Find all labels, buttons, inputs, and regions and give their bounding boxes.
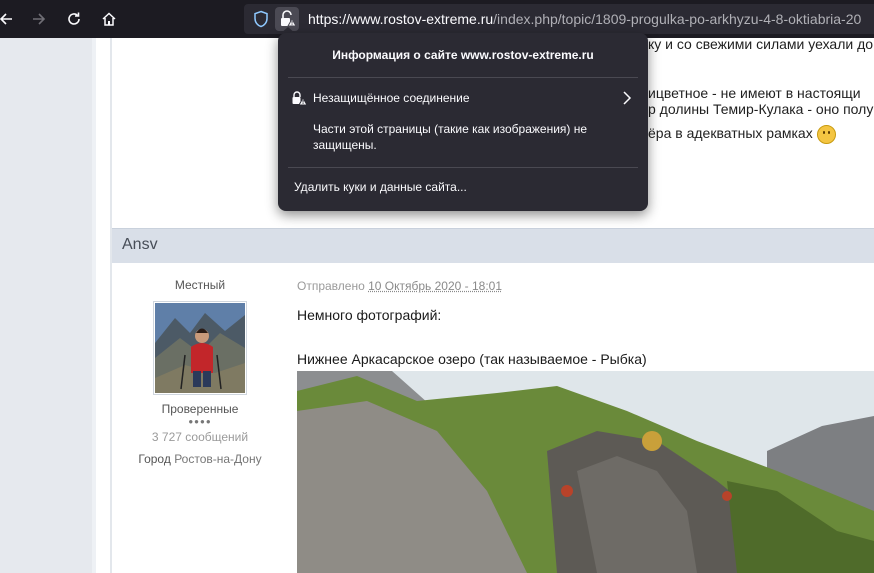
posts-count: 3 727 сообщений	[151, 430, 249, 444]
previous-post-line: ицветное - не имеют в настоящи	[648, 85, 861, 101]
site-info-popup: Информация о сайте www.rostov-extreme.ru…	[278, 33, 648, 211]
city-value: Ростов-на-Дону	[174, 452, 262, 466]
post-photo[interactable]	[297, 371, 874, 573]
left-gutter	[0, 38, 92, 573]
author-panel: Местный Проверенные ●●●● 3 727 сообщений…	[130, 274, 270, 466]
sent-label: Отправлено	[297, 279, 365, 293]
user-group: Проверенные	[161, 402, 239, 416]
back-icon[interactable]	[0, 7, 18, 31]
connection-label: Незащищённое соединение	[313, 91, 470, 105]
city-label: Город	[138, 452, 171, 466]
reload-icon[interactable]	[62, 7, 86, 31]
insecure-connection-icon	[290, 89, 308, 112]
connection-description: Части этой страницы (такие как изображен…	[313, 122, 588, 152]
post-date[interactable]: 10 Октябрь 2020 - 18:01	[368, 279, 502, 293]
previous-post-line: ку и со свежими силами уехали до	[648, 36, 874, 52]
popup-separator	[288, 77, 638, 78]
popup-separator	[288, 167, 638, 168]
column-border	[110, 38, 112, 573]
post-author-name[interactable]: Ansv	[122, 236, 158, 254]
post-header: Ansv	[112, 228, 874, 263]
user-city: Город Ростов-на-Дону	[130, 452, 270, 466]
previous-post-line: р долины Темир-Кулака - оно полу	[648, 101, 874, 117]
post-text: Немного фотографий:	[297, 307, 442, 323]
chevron-right-icon	[622, 91, 632, 110]
post-text: Нижнее Аркасарское озеро (так называемое…	[297, 351, 647, 367]
avatar[interactable]	[153, 301, 247, 395]
clear-cookies-button[interactable]: Удалить куки и данные сайта...	[294, 180, 467, 194]
tracking-protection-shield-icon[interactable]	[252, 10, 270, 28]
connection-security-row[interactable]: Незащищённое соединение	[290, 88, 636, 112]
url-text[interactable]: https://www.rostov-extreme.ru/index.php/…	[308, 11, 861, 27]
popup-title: Информация о сайте www.rostov-extreme.ru	[332, 48, 594, 62]
user-rank: Местный	[174, 278, 226, 292]
previous-post-line: ёра в адекватных рамках	[648, 125, 836, 144]
forward-icon[interactable]	[27, 7, 51, 31]
url-bar[interactable]: https://www.rostov-extreme.ru/index.php/…	[244, 4, 874, 34]
rank-pips: ●●●●	[188, 417, 212, 426]
url-domain: https://www.rostov-extreme.ru	[308, 11, 494, 27]
home-icon[interactable]	[97, 7, 121, 31]
previous-post-text: ёра в адекватных рамках	[648, 125, 813, 142]
url-path: /index.php/topic/1809-progulka-po-arkhyz…	[493, 11, 862, 27]
smile-emoji-icon	[816, 125, 836, 144]
post-meta: Отправлено 10 Октябрь 2020 - 18:01	[297, 279, 502, 293]
